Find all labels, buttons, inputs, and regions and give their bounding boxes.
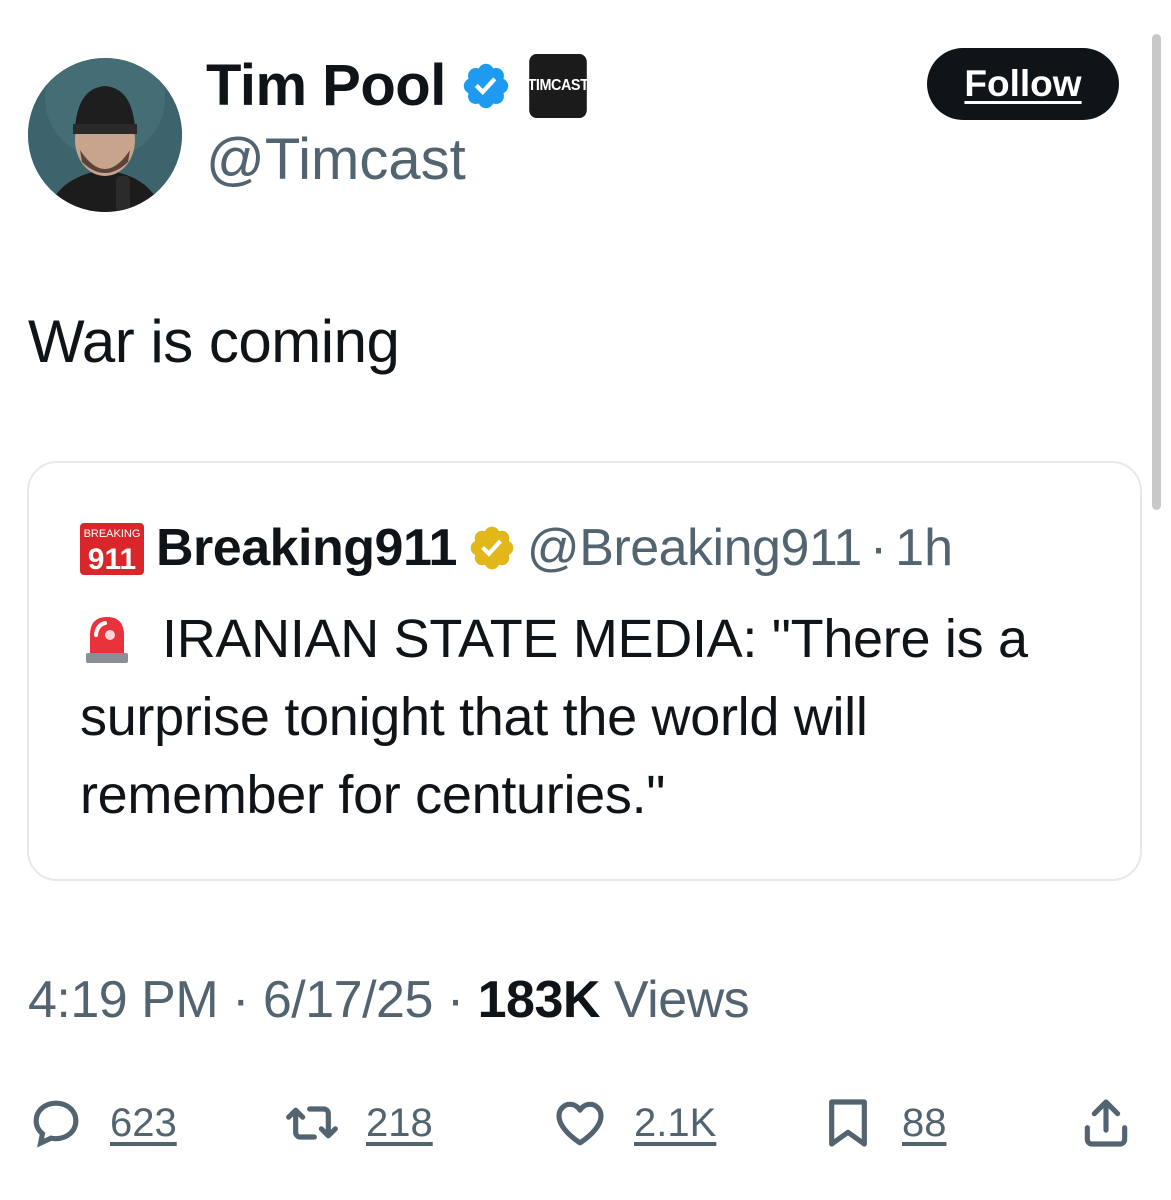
scrollbar[interactable] <box>1152 34 1161 510</box>
quoted-author-name: Breaking911 <box>156 519 457 577</box>
follow-button[interactable]: Follow <box>927 48 1119 120</box>
tweet-text: War is coming <box>28 308 400 375</box>
tweet-meta: 4:19 PM · 6/17/25 · 183K Views <box>28 970 750 1030</box>
repost-count: 218 <box>366 1100 433 1145</box>
like-count: 2.1K <box>634 1100 717 1145</box>
quoted-author-handle: @Breaking911 <box>526 519 862 577</box>
logo-text-bottom: 911 <box>88 543 136 576</box>
bookmark-icon <box>829 1099 867 1147</box>
reply-count: 623 <box>110 1100 177 1145</box>
meta-separator: · <box>232 971 249 1029</box>
author-name-row: Tim Pool TIMCAST <box>206 46 590 126</box>
share-icon <box>1084 1099 1128 1147</box>
affiliate-badge[interactable]: TIMCAST <box>527 54 589 118</box>
breaking911-logo: BREAKING 911 <box>80 523 144 576</box>
action-bar: 623 218 2.1K 88 <box>28 1088 1138 1158</box>
views-label: Views <box>613 971 750 1029</box>
share-button[interactable] <box>1078 1088 1134 1158</box>
verified-gold-icon <box>470 526 514 570</box>
meta-separator: · <box>446 971 464 1029</box>
tweet-date[interactable]: 6/17/25 <box>263 971 434 1029</box>
author-handle[interactable]: @Timcast <box>206 128 466 192</box>
quoted-tweet-text: IRANIAN STATE MEDIA: "There is a surpris… <box>80 609 1028 825</box>
author-name[interactable]: Tim Pool <box>206 57 446 115</box>
repost-button[interactable]: 218 <box>284 1088 433 1158</box>
author-avatar[interactable] <box>28 58 182 212</box>
siren-icon <box>86 617 128 663</box>
tweet-time[interactable]: 4:19 PM <box>28 971 219 1029</box>
quoted-tweet-header: BREAKING 911 Breaking911 @Breaking911 · … <box>80 510 953 586</box>
quoted-tweet-text-block: IRANIAN STATE MEDIA: "There is a surpris… <box>80 600 1090 834</box>
repost-icon <box>286 1106 338 1140</box>
verified-blue-icon <box>463 63 509 109</box>
quoted-separator: · <box>869 519 888 577</box>
like-button[interactable]: 2.1K <box>552 1088 716 1158</box>
like-icon <box>556 1101 604 1146</box>
reply-icon <box>33 1100 79 1148</box>
affiliate-badge-text: TIMCAST <box>527 77 589 94</box>
reply-button[interactable]: 623 <box>28 1088 177 1158</box>
views-count: 183K <box>477 971 601 1029</box>
bookmark-count: 88 <box>902 1100 947 1145</box>
bookmark-button[interactable]: 88 <box>820 1088 947 1158</box>
logo-text-top: BREAKING <box>84 528 141 540</box>
quoted-timestamp: 1h <box>895 519 954 577</box>
